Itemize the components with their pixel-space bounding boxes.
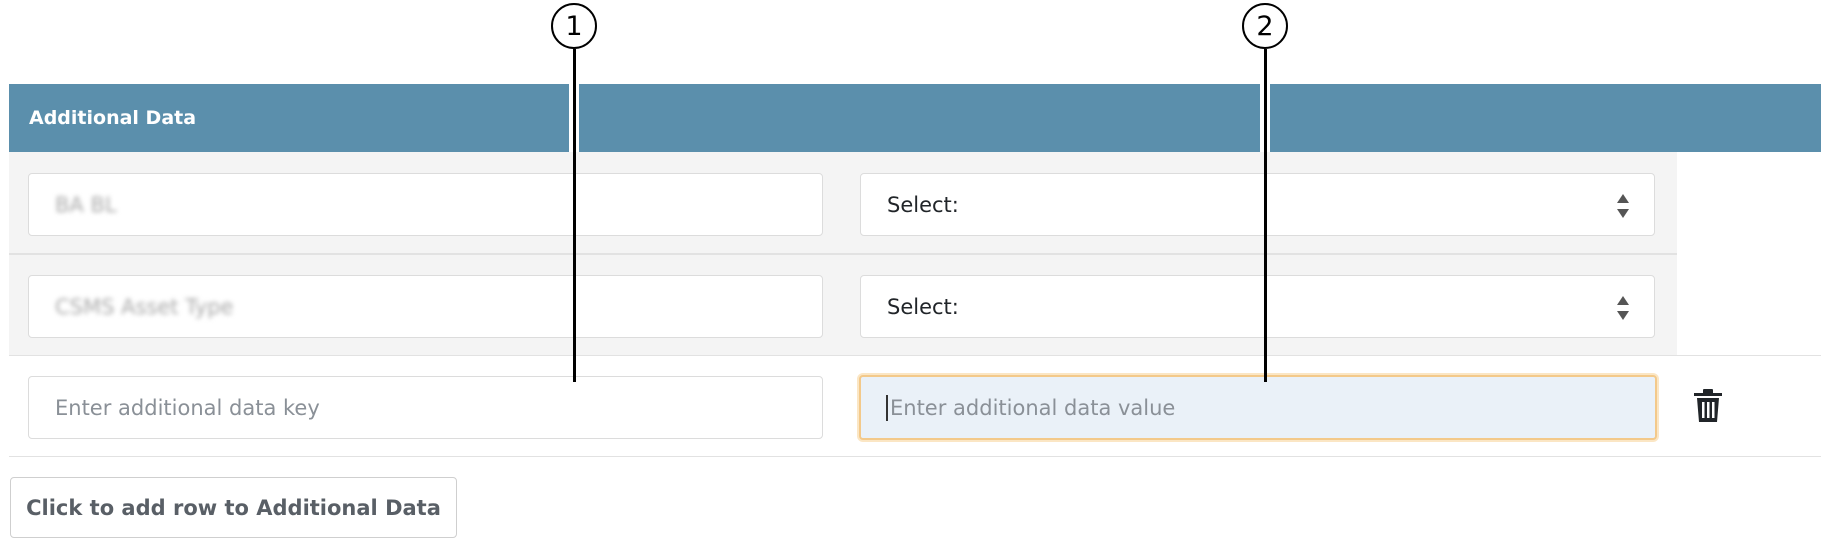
new-key-input[interactable]: Enter additional data key	[28, 376, 823, 439]
callout-line	[573, 49, 576, 382]
select-value-text: Select:	[887, 294, 959, 319]
value-placeholder: Enter additional data value	[890, 395, 1176, 420]
additional-data-value-select[interactable]: Select:	[860, 173, 1655, 236]
up-down-icon	[1617, 194, 1629, 218]
select-value-text: Select:	[887, 192, 959, 217]
key-placeholder: Enter additional data key	[55, 395, 320, 420]
new-value-input[interactable]: Enter additional data value	[859, 375, 1657, 440]
panel-header: Additional Data	[9, 84, 1821, 152]
panel-title: Additional Data	[29, 107, 197, 129]
up-down-icon	[1617, 296, 1629, 320]
trash-icon[interactable]	[1693, 389, 1723, 423]
key-value-text: CSMS Asset Type	[55, 294, 234, 319]
additional-data-key-field[interactable]: BA BL	[28, 173, 823, 236]
add-row-button[interactable]: Click to add row to Additional Data	[10, 477, 457, 538]
add-row-button-label: Click to add row to Additional Data	[26, 495, 441, 520]
callout-line	[1264, 49, 1267, 382]
text-caret	[886, 394, 888, 421]
additional-data-key-field[interactable]: CSMS Asset Type	[28, 275, 823, 338]
key-value-text: BA BL	[55, 192, 117, 217]
additional-data-value-select[interactable]: Select:	[860, 275, 1655, 338]
callout-number: 2	[1242, 3, 1288, 49]
row-divider	[9, 456, 1821, 457]
callout-number: 1	[551, 3, 597, 49]
